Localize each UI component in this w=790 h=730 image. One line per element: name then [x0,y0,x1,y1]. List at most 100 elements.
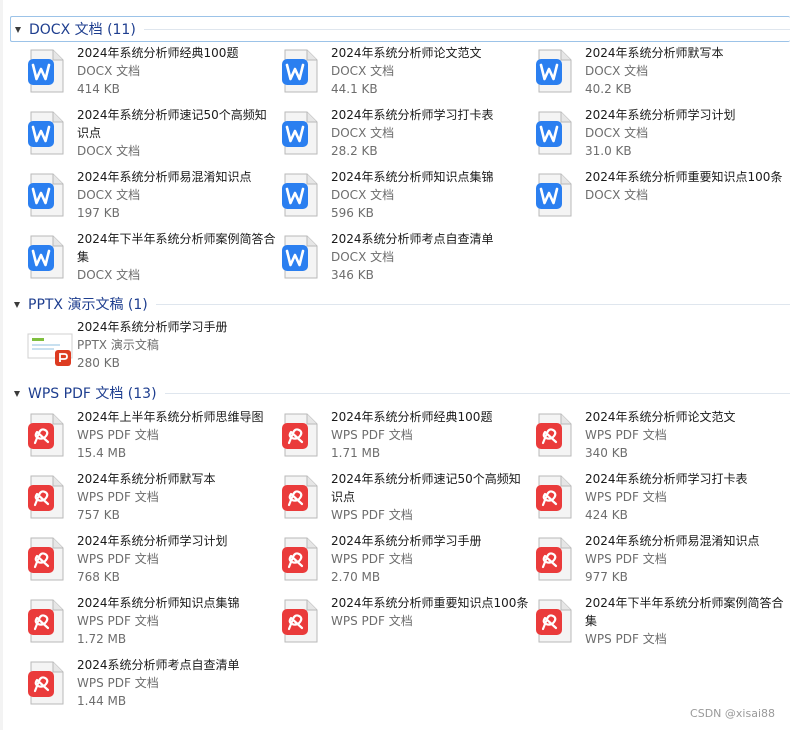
file-name: 2024年系统分析师学习手册 [331,534,482,548]
file-name: 2024年下半年系统分析师案例简答合集 [77,232,276,264]
collapse-arrow-icon[interactable] [14,391,20,397]
file-size: 1.44 MB [77,694,127,708]
word-doc-icon [281,234,321,280]
wps-pdf-icon [27,660,67,706]
file-item[interactable]: 2024年系统分析师速记50个高频知识点 DOCX 文档 [27,108,277,166]
file-size: 1.71 MB [331,446,381,460]
file-item[interactable]: 2024年上半年系统分析师思维导图 WPS PDF 文档 15.4 MB [27,410,277,468]
wps-pdf-icon [535,412,575,458]
file-size: 757 KB [77,508,120,522]
wps-pdf-icon [281,598,321,644]
file-item[interactable]: 2024年系统分析师默写本 WPS PDF 文档 757 KB [27,472,277,530]
file-item[interactable]: 2024年系统分析师速记50个高频知识点 WPS PDF 文档 [281,472,531,530]
file-size: 340 KB [585,446,628,460]
file-name: 2024年系统分析师默写本 [77,472,216,486]
file-type: WPS PDF 文档 [77,428,159,442]
group-header[interactable]: WPS PDF 文档 (13) [10,380,790,406]
group-divider [164,392,790,394]
file-item[interactable]: 2024年系统分析师易混淆知识点 DOCX 文档 197 KB [27,170,277,228]
file-item[interactable]: 2024年系统分析师默写本 DOCX 文档 40.2 KB [535,46,785,104]
file-name: 2024年系统分析师学习打卡表 [331,108,494,122]
file-item[interactable]: 2024年系统分析师论文范文 WPS PDF 文档 340 KB [535,410,785,468]
file-name: 2024年系统分析师知识点集锦 [331,170,494,184]
file-item[interactable]: 2024年系统分析师经典100题 WPS PDF 文档 1.71 MB [281,410,531,468]
word-doc-icon [281,172,321,218]
file-type: DOCX 文档 [77,268,141,282]
file-name: 2024年系统分析师知识点集锦 [77,596,240,610]
file-type: WPS PDF 文档 [331,614,413,628]
file-item[interactable]: 2024年系统分析师学习手册 PPTX 演示文稿 280 KB [27,320,277,378]
file-item[interactable]: 2024年下半年系统分析师案例简答合集 WPS PDF 文档 [535,596,785,654]
file-item[interactable]: 2024年系统分析师知识点集锦 WPS PDF 文档 1.72 MB [27,596,277,654]
file-name: 2024年上半年系统分析师思维导图 [77,410,264,424]
powerpoint-doc-icon [27,322,73,368]
word-doc-icon [27,234,67,280]
file-type: WPS PDF 文档 [585,428,667,442]
collapse-arrow-icon[interactable] [15,27,21,33]
file-name: 2024年下半年系统分析师案例简答合集 [585,596,784,628]
file-item[interactable]: 2024年系统分析师论文范文 DOCX 文档 44.1 KB [281,46,531,104]
word-doc-icon [27,48,67,94]
file-size: 2.70 MB [331,570,381,584]
file-name: 2024年系统分析师速记50个高频知识点 [77,108,267,140]
file-item[interactable]: 2024系统分析师考点自查清单 WPS PDF 文档 1.44 MB [27,658,277,716]
word-doc-icon [281,110,321,156]
left-pane-edge [0,0,3,730]
group-header[interactable]: PPTX 演示文稿 (1) [10,291,790,317]
wps-pdf-icon [27,536,67,582]
file-item[interactable]: 2024年系统分析师学习打卡表 WPS PDF 文档 424 KB [535,472,785,530]
file-item[interactable]: 2024年系统分析师经典100题 DOCX 文档 414 KB [27,46,277,104]
file-name: 2024系统分析师考点自查清单 [77,658,240,672]
file-type: DOCX 文档 [77,188,141,202]
file-item[interactable]: 2024年系统分析师学习手册 WPS PDF 文档 2.70 MB [281,534,531,592]
file-name: 2024年系统分析师学习计划 [585,108,736,122]
file-size: 40.2 KB [585,82,632,96]
collapse-arrow-icon[interactable] [14,302,20,308]
wps-pdf-icon [535,536,575,582]
file-name: 2024年系统分析师重要知识点100条 [331,596,529,610]
file-size: 1.72 MB [77,632,127,646]
file-item[interactable]: 2024年下半年系统分析师案例简答合集 DOCX 文档 [27,232,277,290]
file-size: 768 KB [77,570,120,584]
file-size: 977 KB [585,570,628,584]
file-item[interactable]: 2024年系统分析师学习打卡表 DOCX 文档 28.2 KB [281,108,531,166]
file-type: WPS PDF 文档 [77,614,159,628]
file-name: 2024年系统分析师易混淆知识点 [585,534,760,548]
file-type: DOCX 文档 [585,188,649,202]
file-size: 596 KB [331,206,374,220]
file-item[interactable]: 2024年系统分析师重要知识点100条 WPS PDF 文档 [281,596,531,654]
file-item[interactable]: 2024年系统分析师知识点集锦 DOCX 文档 596 KB [281,170,531,228]
file-size: 31.0 KB [585,144,632,158]
file-item[interactable]: 2024年系统分析师学习计划 WPS PDF 文档 768 KB [27,534,277,592]
file-type: PPTX 演示文稿 [77,338,159,352]
file-type: DOCX 文档 [585,126,649,140]
file-name: 2024年系统分析师论文范文 [585,410,736,424]
file-name: 2024年系统分析师学习手册 [77,320,228,334]
file-item[interactable]: 2024年系统分析师学习计划 DOCX 文档 31.0 KB [535,108,785,166]
file-type: WPS PDF 文档 [331,552,413,566]
group-title: DOCX 文档 (11) [29,22,136,38]
file-type: DOCX 文档 [331,64,395,78]
group-title: WPS PDF 文档 (13) [28,386,157,402]
file-type: WPS PDF 文档 [585,552,667,566]
file-size: 28.2 KB [331,144,378,158]
file-size: 414 KB [77,82,120,96]
word-doc-icon [535,110,575,156]
file-item[interactable]: 2024年系统分析师重要知识点100条 DOCX 文档 [535,170,785,228]
file-name: 2024年系统分析师学习计划 [77,534,228,548]
group-divider [143,28,790,30]
file-type: DOCX 文档 [331,126,395,140]
file-size: 15.4 MB [77,446,127,460]
group-header[interactable]: DOCX 文档 (11) [10,16,790,42]
file-size: 424 KB [585,508,628,522]
file-type: WPS PDF 文档 [331,428,413,442]
group-divider [155,303,790,305]
file-item[interactable]: 2024系统分析师考点自查清单 DOCX 文档 346 KB [281,232,531,290]
watermark: CSDN @xisai88 [690,707,775,720]
word-doc-icon [27,110,67,156]
wps-pdf-icon [281,474,321,520]
file-item[interactable]: 2024年系统分析师易混淆知识点 WPS PDF 文档 977 KB [535,534,785,592]
file-name: 2024年系统分析师论文范文 [331,46,482,60]
file-type: DOCX 文档 [331,188,395,202]
wps-pdf-icon [27,412,67,458]
